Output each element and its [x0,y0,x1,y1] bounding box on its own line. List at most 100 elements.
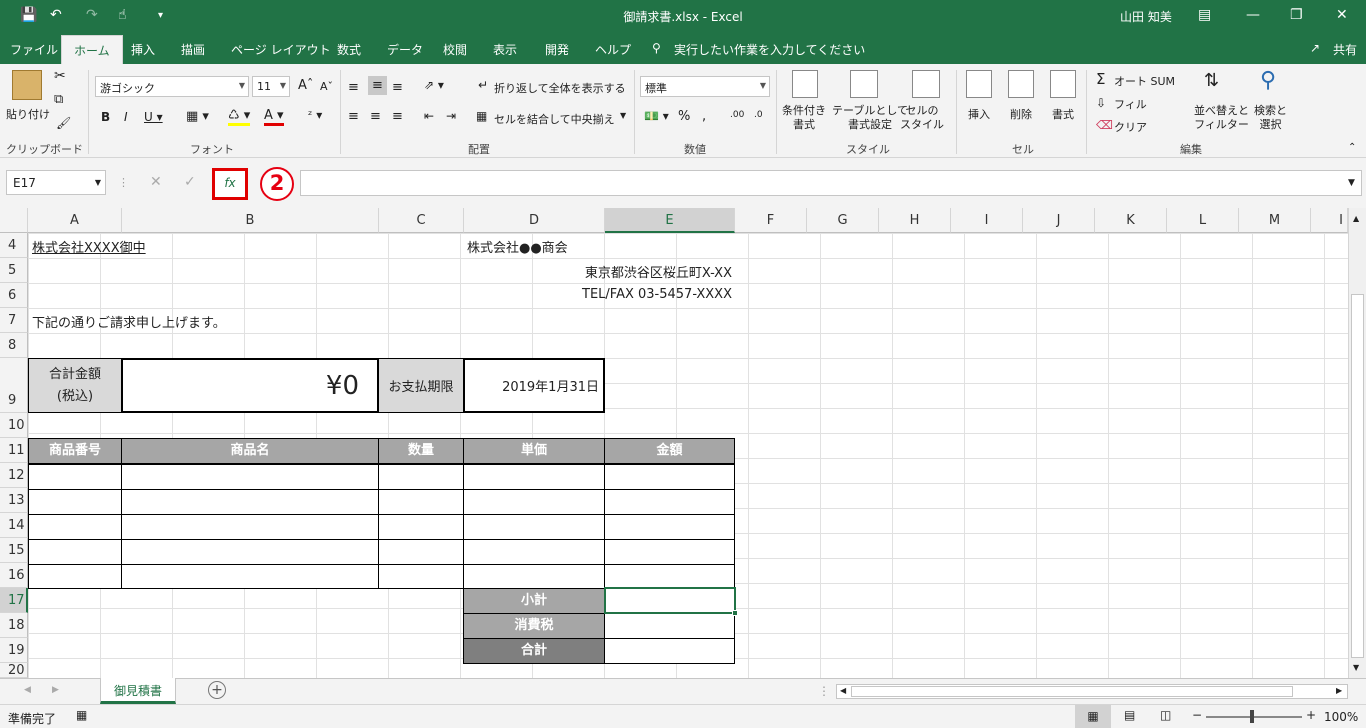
row-header[interactable]: 11 [0,438,28,463]
font-size-select[interactable]: 11 ▼ [252,76,290,97]
restore-icon[interactable]: ❐ [1290,7,1303,23]
total-amount-label[interactable]: 合計金額 (税込) [28,358,122,413]
wrap-text-button[interactable]: 折り返して全体を表示する [494,80,626,96]
collapse-ribbon-icon[interactable]: ⌃ [1348,142,1356,153]
format-painter-icon[interactable]: 🖌 [56,116,71,130]
tab-insert[interactable]: 挿入 [131,41,155,58]
tax-label[interactable]: 消費税 [463,613,605,639]
scroll-right-icon[interactable]: ▶ [1336,686,1342,695]
insert-cells-button[interactable]: 挿入 [968,106,990,122]
align-bottom-icon[interactable]: ≡ [392,80,403,95]
tab-review[interactable]: 校閲 [443,41,467,58]
bold-icon[interactable]: B [101,110,110,124]
row-header[interactable]: 8 [0,333,28,358]
macro-record-icon[interactable]: ▦ [76,708,87,722]
column-header[interactable]: H [879,208,951,233]
hscroll-thumb[interactable] [851,686,1293,697]
tab-view[interactable]: 表示 [493,41,517,58]
column-header[interactable]: G [807,208,879,233]
normal-view-icon[interactable]: ▦ [1075,705,1111,728]
page-layout-view-icon[interactable]: ▤ [1124,708,1135,722]
expand-formula-bar-icon[interactable]: ▼ [1348,178,1355,188]
table-body[interactable] [28,463,735,589]
active-cell-e17[interactable] [604,587,736,614]
fill-color-icon[interactable]: ♺ ▾ [228,108,251,126]
company-address[interactable]: 東京都渋谷区桜丘町X-XX [464,262,732,281]
column-header[interactable]: J [1023,208,1095,233]
row-header[interactable]: 17 [0,588,28,613]
align-center-icon[interactable]: ≡ [370,109,381,124]
zoom-level[interactable]: 100% [1324,710,1358,724]
column-header[interactable]: D [464,208,605,233]
tabbar-grip-icon[interactable]: ⋮ [818,684,830,698]
border-icon[interactable]: ▦ ▾ [186,109,209,124]
zoom-in-icon[interactable]: + [1306,708,1316,722]
enter-icon[interactable]: ✓ [184,174,196,190]
tab-page-layout[interactable]: ページ レイアウト [231,41,331,58]
italic-icon[interactable]: I [124,110,128,124]
percent-icon[interactable]: % [678,109,690,124]
table-header[interactable]: 商品名 [121,438,379,464]
paste-icon[interactable] [12,70,42,100]
shrink-font-icon[interactable]: Aˇ [320,80,333,93]
align-top-icon[interactable]: ≡ [348,80,359,95]
row-header[interactable]: 5 [0,258,28,283]
grow-font-icon[interactable]: Aˆ [298,78,313,93]
scroll-up-icon[interactable]: ▲ [1353,214,1359,223]
scroll-down-icon[interactable]: ▼ [1353,663,1359,672]
tab-help[interactable]: ヘルプ [595,41,631,58]
font-name-select[interactable]: 游ゴシック ▼ [95,76,249,97]
prev-sheet-icon[interactable]: ◀ [24,685,31,695]
name-box[interactable]: E17 ▼ [6,170,106,195]
paste-button[interactable]: 貼り付け [6,106,50,122]
column-header[interactable]: E [605,208,735,233]
autosum-button[interactable]: オート SUM [1114,73,1175,89]
row-header[interactable]: 6 [0,283,28,308]
sort-filter-button[interactable]: 並べ替えと フィルター [1194,104,1249,132]
zoom-out-icon[interactable]: − [1192,708,1202,722]
minimize-icon[interactable]: — [1246,7,1260,23]
due-date-value[interactable]: 2019年1月31日 [463,358,605,413]
company-name[interactable]: 株式会社●●商会 [467,237,568,256]
fill-handle[interactable] [732,610,738,616]
tab-home[interactable]: ホーム [61,35,123,64]
scroll-left-icon[interactable]: ◀ [840,686,846,695]
tab-formulas[interactable]: 数式 [337,41,361,58]
user-name[interactable]: 山田 知美 [1120,8,1172,25]
zoom-slider-thumb[interactable] [1250,710,1254,723]
total-amount-value[interactable]: ¥0 [121,358,379,413]
close-icon[interactable]: ✕ [1336,7,1348,23]
cancel-icon[interactable]: ✕ [150,174,162,190]
horizontal-scrollbar[interactable]: ◀ ▶ [836,684,1348,699]
font-color-icon[interactable]: A ▾ [264,108,284,126]
next-sheet-icon[interactable]: ▶ [52,685,59,695]
tab-developer[interactable]: 開発 [545,41,569,58]
row-header[interactable]: 20 [0,663,28,678]
tab-file[interactable]: ファイル [10,41,58,58]
phonetic-icon[interactable]: ᶻ ▾ [308,108,322,122]
row-header[interactable]: 10 [0,413,28,438]
page-break-view-icon[interactable]: ◫ [1160,708,1171,722]
column-header[interactable]: I [1311,208,1348,233]
table-header[interactable]: 単価 [463,438,605,464]
grand-total-label[interactable]: 合計 [463,638,605,664]
vertical-scrollbar[interactable]: ▲ ▼ [1348,208,1366,678]
format-cells-button[interactable]: 書式 [1052,106,1074,122]
chevron-down-icon[interactable]: ▼ [620,111,626,120]
add-sheet-icon[interactable]: + [208,681,226,699]
column-header[interactable]: M [1239,208,1311,233]
copy-icon[interactable]: ⧉ [54,92,63,107]
row-header[interactable]: 9 [0,358,28,413]
column-header[interactable]: K [1095,208,1167,233]
row-header[interactable]: 7 [0,308,28,333]
row-header[interactable]: 13 [0,488,28,513]
row-header[interactable]: 18 [0,613,28,638]
row-header[interactable]: 14 [0,513,28,538]
column-header[interactable]: I [951,208,1023,233]
row-header[interactable]: 12 [0,463,28,488]
cut-icon[interactable]: ✂ [54,68,66,84]
row-header[interactable]: 19 [0,638,28,663]
tab-data[interactable]: データ [387,41,423,58]
decrease-decimal-icon[interactable]: .0 [754,110,763,120]
find-select-button[interactable]: 検索と 選択 [1254,104,1287,132]
